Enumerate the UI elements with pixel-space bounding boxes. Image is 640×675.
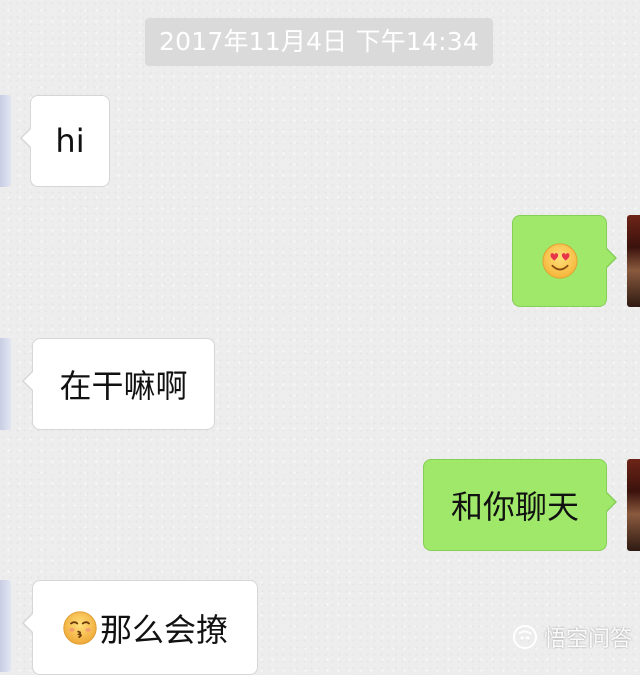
- message-text: hi: [55, 122, 85, 160]
- watermark: 悟空问答: [512, 621, 632, 653]
- message-text: 在干嘛啊: [59, 367, 188, 405]
- contact-avatar[interactable]: [0, 338, 11, 430]
- kissing-face-icon: [63, 610, 97, 645]
- contact-avatar[interactable]: [0, 95, 11, 187]
- chat-timestamp: 2017年11月4日 下午14:34: [145, 18, 493, 66]
- message-text: 和你聊天: [450, 488, 579, 526]
- watermark-text: 悟空问答: [543, 627, 632, 652]
- my-avatar[interactable]: [627, 459, 640, 551]
- wukong-logo-icon: [512, 625, 537, 649]
- my-avatar[interactable]: [627, 215, 640, 307]
- incoming-message-bubble[interactable]: 那么会撩: [22, 580, 258, 675]
- contact-avatar[interactable]: [0, 580, 11, 672]
- outgoing-message-bubble[interactable]: [512, 215, 617, 307]
- message-text: 那么会撩: [99, 610, 228, 649]
- heart-eyes-face-icon: [541, 243, 578, 279]
- incoming-message-bubble[interactable]: 在干嘛啊: [22, 338, 215, 430]
- incoming-message-bubble[interactable]: hi: [20, 95, 110, 187]
- outgoing-message-bubble[interactable]: 和你聊天: [423, 459, 617, 551]
